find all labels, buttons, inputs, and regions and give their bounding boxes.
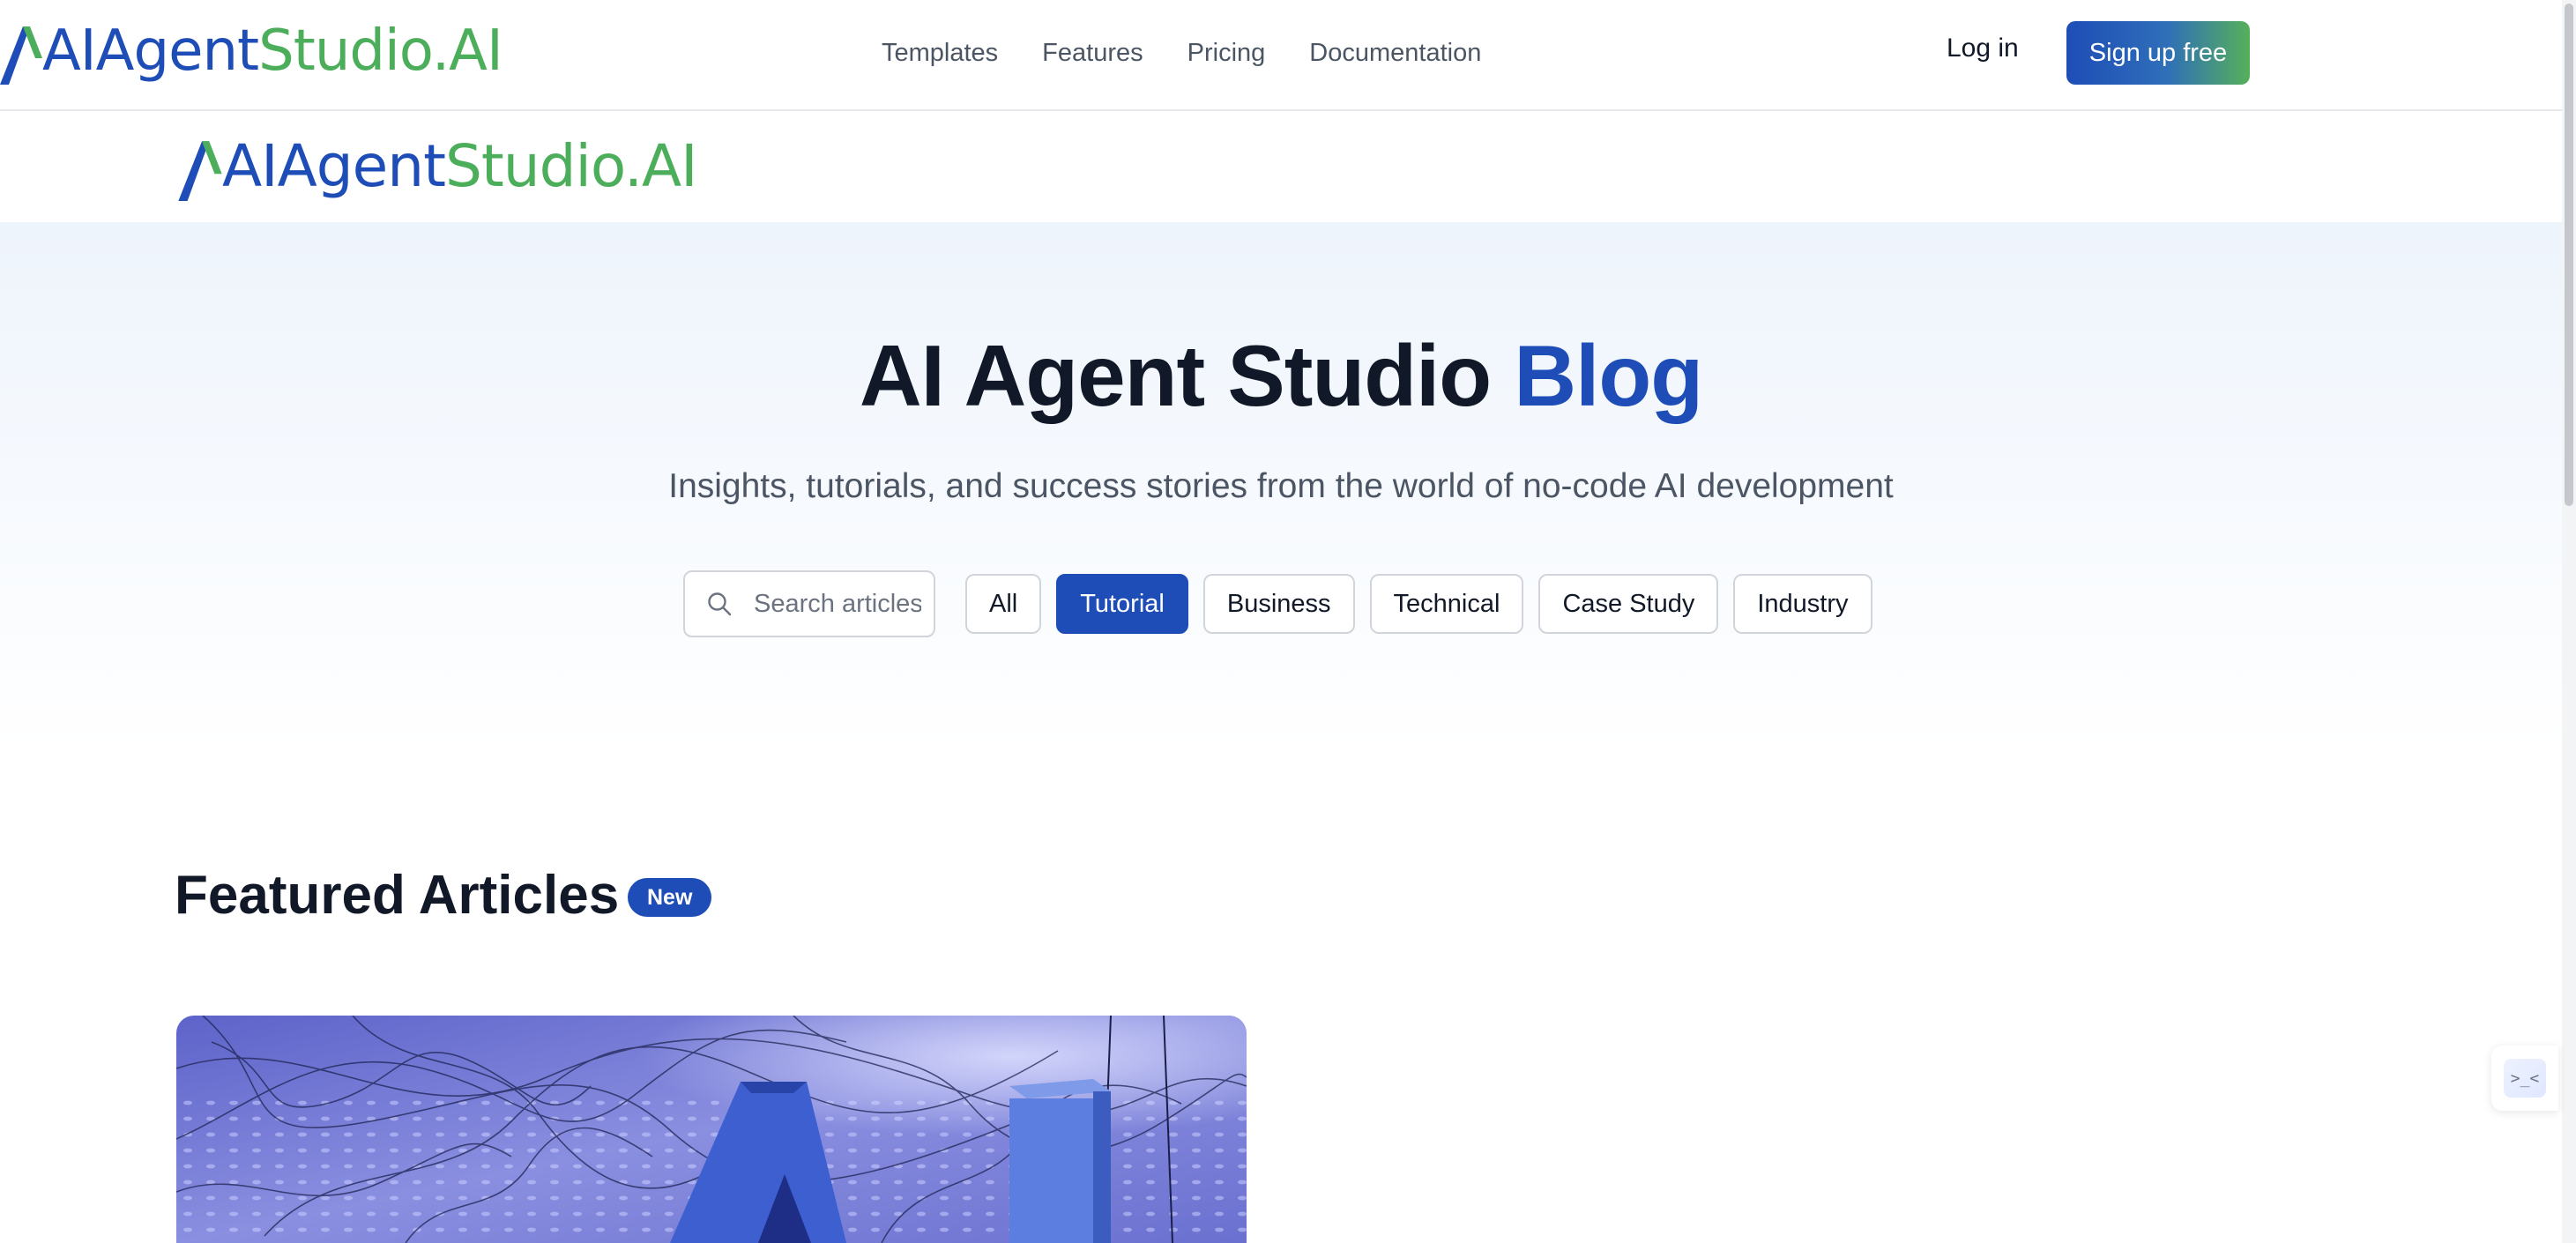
logo-text-ai: AI: [222, 132, 279, 200]
logo-text: AIAgentStudio.AI: [222, 132, 698, 201]
search-input[interactable]: [752, 588, 923, 620]
top-navbar: AIAgentStudio.AI Templates Features Pric…: [0, 0, 2562, 111]
category-chip-tutorial[interactable]: Tutorial: [1056, 574, 1188, 634]
page-title: AI Agent Studio Blog: [0, 326, 2562, 426]
category-chip-technical[interactable]: Technical: [1369, 574, 1524, 634]
logo-text-studio: Studio.AI: [444, 132, 698, 200]
logo-text-agent: Agent: [277, 132, 446, 200]
nav-link-features[interactable]: Features: [1042, 39, 1143, 68]
logo-text-studio: Studio.AI: [258, 19, 503, 84]
category-chip-all[interactable]: All: [965, 574, 1042, 634]
page-title-accent: Blog: [1514, 327, 1703, 424]
hero-section: AI Agent Studio Blog Insights, tutorials…: [0, 222, 2562, 751]
logo-text: AIAgentStudio.AI: [42, 18, 503, 85]
search-box[interactable]: [683, 570, 935, 637]
nav-link-templates[interactable]: Templates: [882, 39, 998, 68]
login-link[interactable]: Log in: [1947, 33, 2019, 63]
ai-letters-illustration: [176, 1016, 1247, 1243]
category-chip-business[interactable]: Business: [1202, 574, 1355, 634]
featured-article-image[interactable]: [176, 1016, 1247, 1243]
filter-bar: All Tutorial Business Technical Case Stu…: [683, 569, 1887, 638]
category-chip-industry[interactable]: Industry: [1733, 574, 1872, 634]
featured-section-title: Featured Articles: [175, 865, 620, 926]
search-icon: [708, 592, 732, 616]
logo-mark-icon: [178, 141, 222, 201]
widget-face-icon: >_<: [2504, 1059, 2546, 1098]
nav-link-pricing[interactable]: Pricing: [1187, 39, 1266, 68]
logo-text-ai: AI: [42, 19, 97, 84]
blog-logo[interactable]: AIAgentStudio.AI: [178, 132, 698, 201]
logo-mark-icon: [0, 26, 42, 85]
site-logo[interactable]: AIAgentStudio.AI: [0, 18, 503, 85]
signup-button[interactable]: Sign up free: [2066, 21, 2250, 85]
logo-text-agent: Agent: [95, 19, 259, 84]
main-nav: Templates Features Pricing Documentation: [882, 0, 1481, 106]
nav-link-documentation[interactable]: Documentation: [1309, 39, 1481, 68]
category-chip-case-study[interactable]: Case Study: [1538, 574, 1719, 634]
page-subtitle: Insights, tutorials, and success stories…: [668, 467, 1894, 505]
scrollbar-thumb[interactable]: [2565, 4, 2573, 506]
new-badge: New: [628, 878, 712, 917]
page-title-main: AI Agent Studio: [859, 327, 1492, 424]
chat-widget-button[interactable]: >_<: [2491, 1046, 2558, 1111]
